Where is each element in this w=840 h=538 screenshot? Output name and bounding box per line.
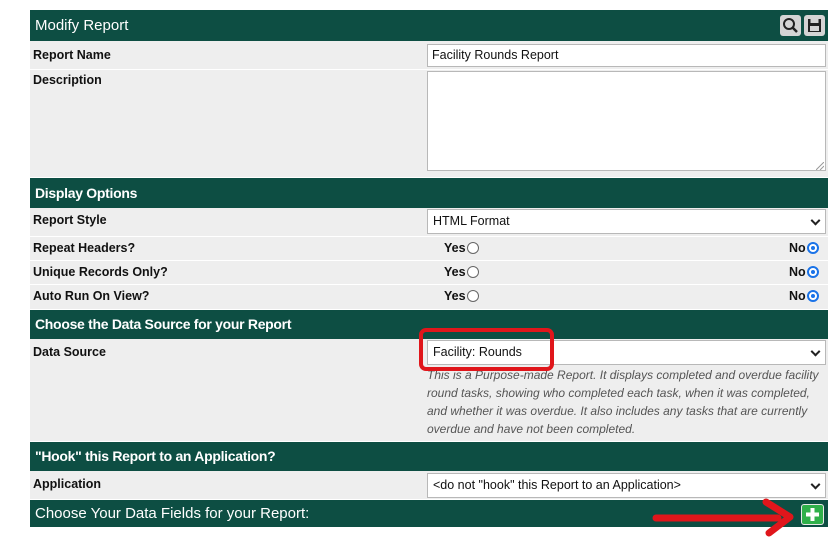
data-source-title: Choose the Data Source for your Report [35,316,292,332]
data-fields-title: Choose Your Data Fields for your Report: [35,505,310,522]
application-label: Application [33,477,102,491]
repeat-headers-no-option[interactable]: No [789,241,819,255]
data-source-label: Data Source [33,345,106,359]
repeat-headers-yes-option[interactable]: Yes [444,241,479,255]
data-source-help-text: This is a Purpose-made Report. It displa… [427,368,819,436]
data-source-highlight-box [419,328,554,371]
save-disk-icon[interactable] [804,15,825,36]
chevron-down-icon [810,479,821,490]
chevron-down-icon [810,215,821,226]
display-options-header: Display Options [30,178,828,208]
repeat-headers-yes-radio[interactable] [466,242,479,254]
yes-label: Yes [444,265,466,279]
application-value: <do not "hook" this Report to an Applica… [433,478,681,492]
no-label: No [789,289,806,303]
panel-title-bar: Modify Report [30,10,828,41]
modify-report-panel: Modify Report Report Name Facility Round… [30,10,828,527]
unique-records-yes-radio[interactable] [466,266,479,278]
chevron-down-icon [810,346,821,357]
auto-run-label: Auto Run On View? [33,289,150,303]
auto-run-no-option[interactable]: No [789,289,819,303]
panel-title: Modify Report [35,17,129,34]
repeat-headers-label: Repeat Headers? [33,241,136,255]
hook-header: "Hook" this Report to an Application? [30,442,828,471]
report-name-input[interactable]: Facility Rounds Report [427,44,826,67]
hook-title: "Hook" this Report to an Application? [35,448,276,464]
auto-run-yes-option[interactable]: Yes [444,289,479,303]
description-textarea[interactable] [427,71,826,171]
unique-records-row: Unique Records Only? Yes No [30,261,828,285]
resize-handle-icon[interactable] [816,162,824,170]
report-style-value: HTML Format [433,214,510,228]
yes-label: Yes [444,241,466,255]
auto-run-row: Auto Run On View? Yes No [30,285,828,310]
report-style-row: Report Style HTML Format [30,208,828,237]
report-style-select[interactable]: HTML Format [427,209,826,234]
auto-run-no-radio[interactable] [806,290,819,302]
application-select[interactable]: <do not "hook" this Report to an Applica… [427,473,826,498]
unique-records-no-radio[interactable] [806,266,819,278]
description-label: Description [33,73,102,87]
unique-records-yes-option[interactable]: Yes [444,265,479,279]
plus-icon[interactable] [801,504,824,525]
no-label: No [789,265,806,279]
display-options-title: Display Options [35,185,138,201]
report-style-label: Report Style [33,213,107,227]
application-row: Application <do not "hook" this Report t… [30,471,828,500]
unique-records-no-option[interactable]: No [789,265,819,279]
repeat-headers-no-radio[interactable] [806,242,819,254]
red-arrow-icon [652,498,794,537]
unique-records-label: Unique Records Only? [33,265,168,279]
description-row: Description [30,70,828,178]
repeat-headers-row: Repeat Headers? Yes No [30,237,828,261]
auto-run-yes-radio[interactable] [466,290,479,302]
search-icon[interactable] [780,15,801,36]
report-name-label: Report Name [33,48,111,62]
yes-label: Yes [444,289,466,303]
report-name-row: Report Name Facility Rounds Report [30,41,828,70]
no-label: No [789,241,806,255]
